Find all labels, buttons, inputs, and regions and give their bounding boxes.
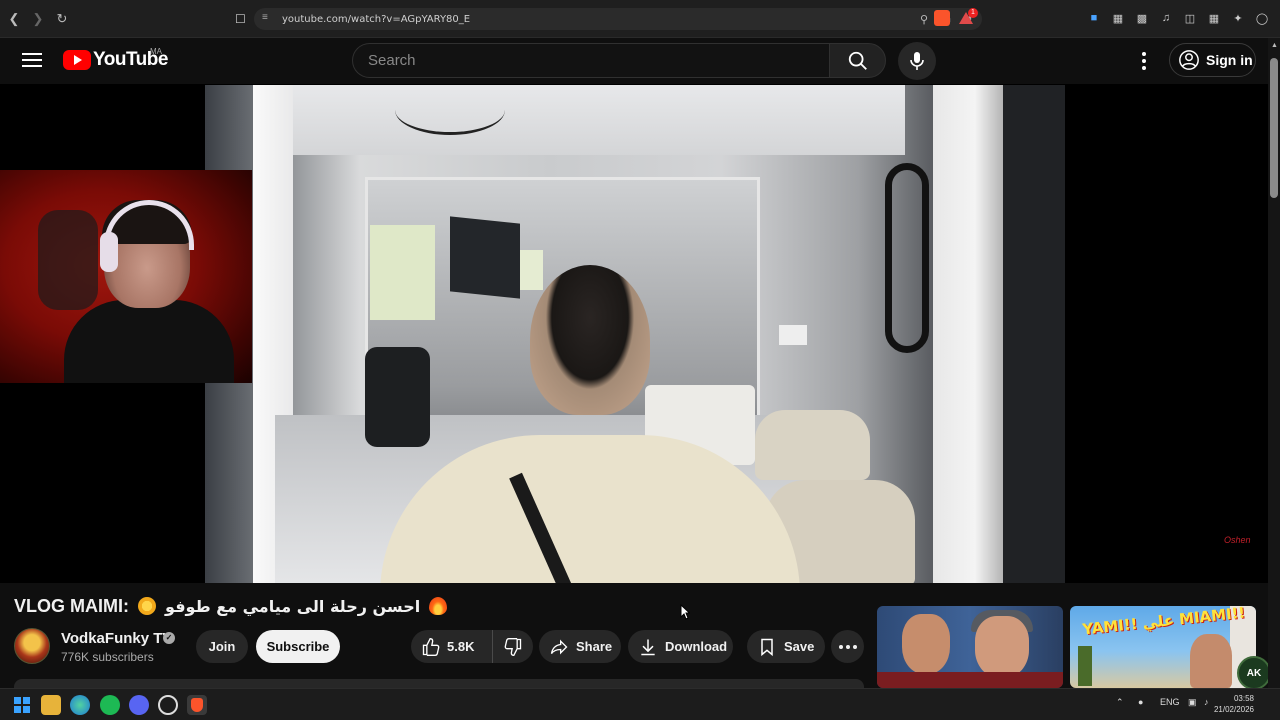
site-info-icon[interactable]: ≡: [262, 12, 268, 23]
guide-menu-icon[interactable]: [22, 51, 42, 69]
settings-menu-icon[interactable]: [1134, 50, 1154, 72]
save-button[interactable]: Save: [747, 630, 825, 663]
video-frame[interactable]: [205, 85, 1065, 583]
bookmark-icon[interactable]: ☐: [235, 12, 246, 26]
youtube-play-icon: [63, 50, 91, 70]
address-url[interactable]: youtube.com/watch?v=AGpYARY80_E: [282, 14, 470, 25]
fire-emoji-icon: [429, 597, 448, 615]
country-code: MA: [150, 47, 162, 56]
brave-shields-icon[interactable]: [934, 10, 950, 26]
thumbs-down-icon: [504, 637, 522, 656]
leo-icon[interactable]: ✦: [1230, 10, 1246, 26]
sign-in-label: Sign in: [1206, 52, 1253, 68]
microphone-icon: [910, 52, 924, 70]
language-indicator[interactable]: ENG: [1160, 697, 1180, 707]
rewards-badge-count: 1: [968, 8, 978, 18]
volume-icon[interactable]: ♪: [1204, 697, 1209, 707]
vpn-icon[interactable]: ◯: [1254, 10, 1270, 26]
spotify-icon[interactable]: [100, 695, 120, 715]
like-button[interactable]: 5.8K: [411, 630, 493, 663]
youtube-logo[interactable]: YouTube MA: [63, 47, 168, 71]
media-icon[interactable]: ♫: [1158, 10, 1174, 26]
clock-date: 21/02/2026: [1213, 705, 1254, 714]
back-icon[interactable]: ❮: [4, 9, 24, 29]
join-button[interactable]: Join: [196, 630, 248, 663]
screenshot-icon[interactable]: ▩: [1134, 10, 1150, 26]
sign-in-button[interactable]: Sign in: [1169, 43, 1256, 77]
recommended-video-thumbnail[interactable]: YAMI!! علي MIAMI!!: [1070, 606, 1256, 688]
sun-emoji-icon: [138, 597, 157, 615]
discord-icon[interactable]: [129, 695, 149, 715]
like-dislike-group: 5.8K: [411, 630, 533, 663]
tray-overflow-icon[interactable]: ⌃: [1116, 697, 1124, 708]
clock-time: 03:58: [1233, 694, 1254, 703]
subscribe-button[interactable]: Subscribe: [256, 630, 340, 663]
like-count: 5.8K: [447, 639, 475, 654]
share-arrow-icon: [550, 639, 568, 654]
extensions-icon[interactable]: ▦: [1110, 10, 1126, 26]
channel-avatar[interactable]: [14, 628, 50, 664]
search-icon: [848, 51, 867, 70]
youtube-masthead: YouTube MA Sign in: [0, 38, 1280, 84]
thumbs-up-icon: [422, 637, 440, 656]
wall-mirror: [885, 163, 929, 353]
page-scrollbar[interactable]: ▲: [1268, 38, 1280, 688]
verified-check-icon: ✓: [163, 632, 175, 644]
streamer-webcam: [0, 170, 252, 383]
scrollbar-thumb[interactable]: [1270, 58, 1278, 198]
ceiling-light: [395, 85, 505, 135]
forward-icon[interactable]: ❯: [28, 9, 48, 29]
recommended-video-thumbnail[interactable]: [877, 606, 1063, 688]
search-box: [352, 43, 829, 78]
sidebar-icon[interactable]: ◫: [1182, 10, 1198, 26]
wallet-icon[interactable]: ▦: [1206, 10, 1222, 26]
microphone-tray-icon[interactable]: ●: [1138, 697, 1143, 707]
search-button[interactable]: [829, 43, 886, 78]
wallet-sound-icon[interactable]: ■: [1086, 10, 1102, 26]
title-prefix: VLOG MAIMI:: [14, 596, 129, 616]
github-icon[interactable]: [158, 695, 178, 715]
reload-icon[interactable]: ↻: [52, 9, 72, 29]
share-button[interactable]: Share: [539, 630, 621, 663]
browser-toolbar: ❮ ❯ ↻ ☐ ≡ youtube.com/watch?v=AGpYARY80_…: [0, 0, 1280, 38]
scroll-up-icon[interactable]: ▲: [1271, 42, 1278, 49]
thumbnail-text: YAMI!! علي MIAMI!!: [1081, 606, 1247, 639]
channel-name[interactable]: VodkaFunky TV: [61, 630, 172, 647]
search-input[interactable]: [368, 52, 808, 69]
system-clock[interactable]: 03:58 21/02/2026: [1214, 693, 1254, 715]
video-title: VLOG MAIMI: احسن رحلة الى ميامي مع طوفو: [14, 596, 451, 617]
video-player[interactable]: Oshen: [0, 84, 1268, 583]
bookmark-save-icon: [761, 638, 773, 656]
dislike-button[interactable]: [493, 630, 533, 663]
person-head: [530, 265, 650, 415]
address-bar[interactable]: ≡ youtube.com/watch?v=AGpYARY80_E ⚲ ▭ ↗: [254, 8, 982, 30]
edge-browser-icon[interactable]: [70, 695, 90, 715]
windows-start-icon[interactable]: [12, 695, 32, 715]
download-label: Download: [665, 639, 728, 654]
brave-taskbar-icon[interactable]: [187, 695, 207, 715]
save-label: Save: [784, 639, 815, 654]
video-watermark: Oshen: [1224, 535, 1251, 545]
mouse-cursor-icon: [680, 603, 691, 625]
channel-corner-logo: AK: [1237, 656, 1271, 690]
file-explorer-icon[interactable]: [41, 695, 61, 715]
title-arabic: احسن رحلة الى ميامي مع طوفو: [165, 597, 421, 616]
subscriber-count: 776K subscribers: [61, 650, 154, 664]
more-actions-button[interactable]: [831, 630, 864, 663]
zoom-icon[interactable]: ⚲: [916, 11, 932, 27]
brave-rewards-icon[interactable]: 1: [958, 8, 978, 26]
download-icon: [641, 639, 655, 655]
share-label: Share: [576, 639, 613, 654]
network-icon[interactable]: ▣: [1188, 697, 1197, 708]
windows-taskbar: ⌃ ● ENG ▣ ♪ 03:58 21/02/2026: [0, 688, 1280, 720]
download-button[interactable]: Download: [628, 630, 733, 663]
account-icon: [1179, 50, 1199, 70]
voice-search-button[interactable]: [898, 42, 936, 80]
